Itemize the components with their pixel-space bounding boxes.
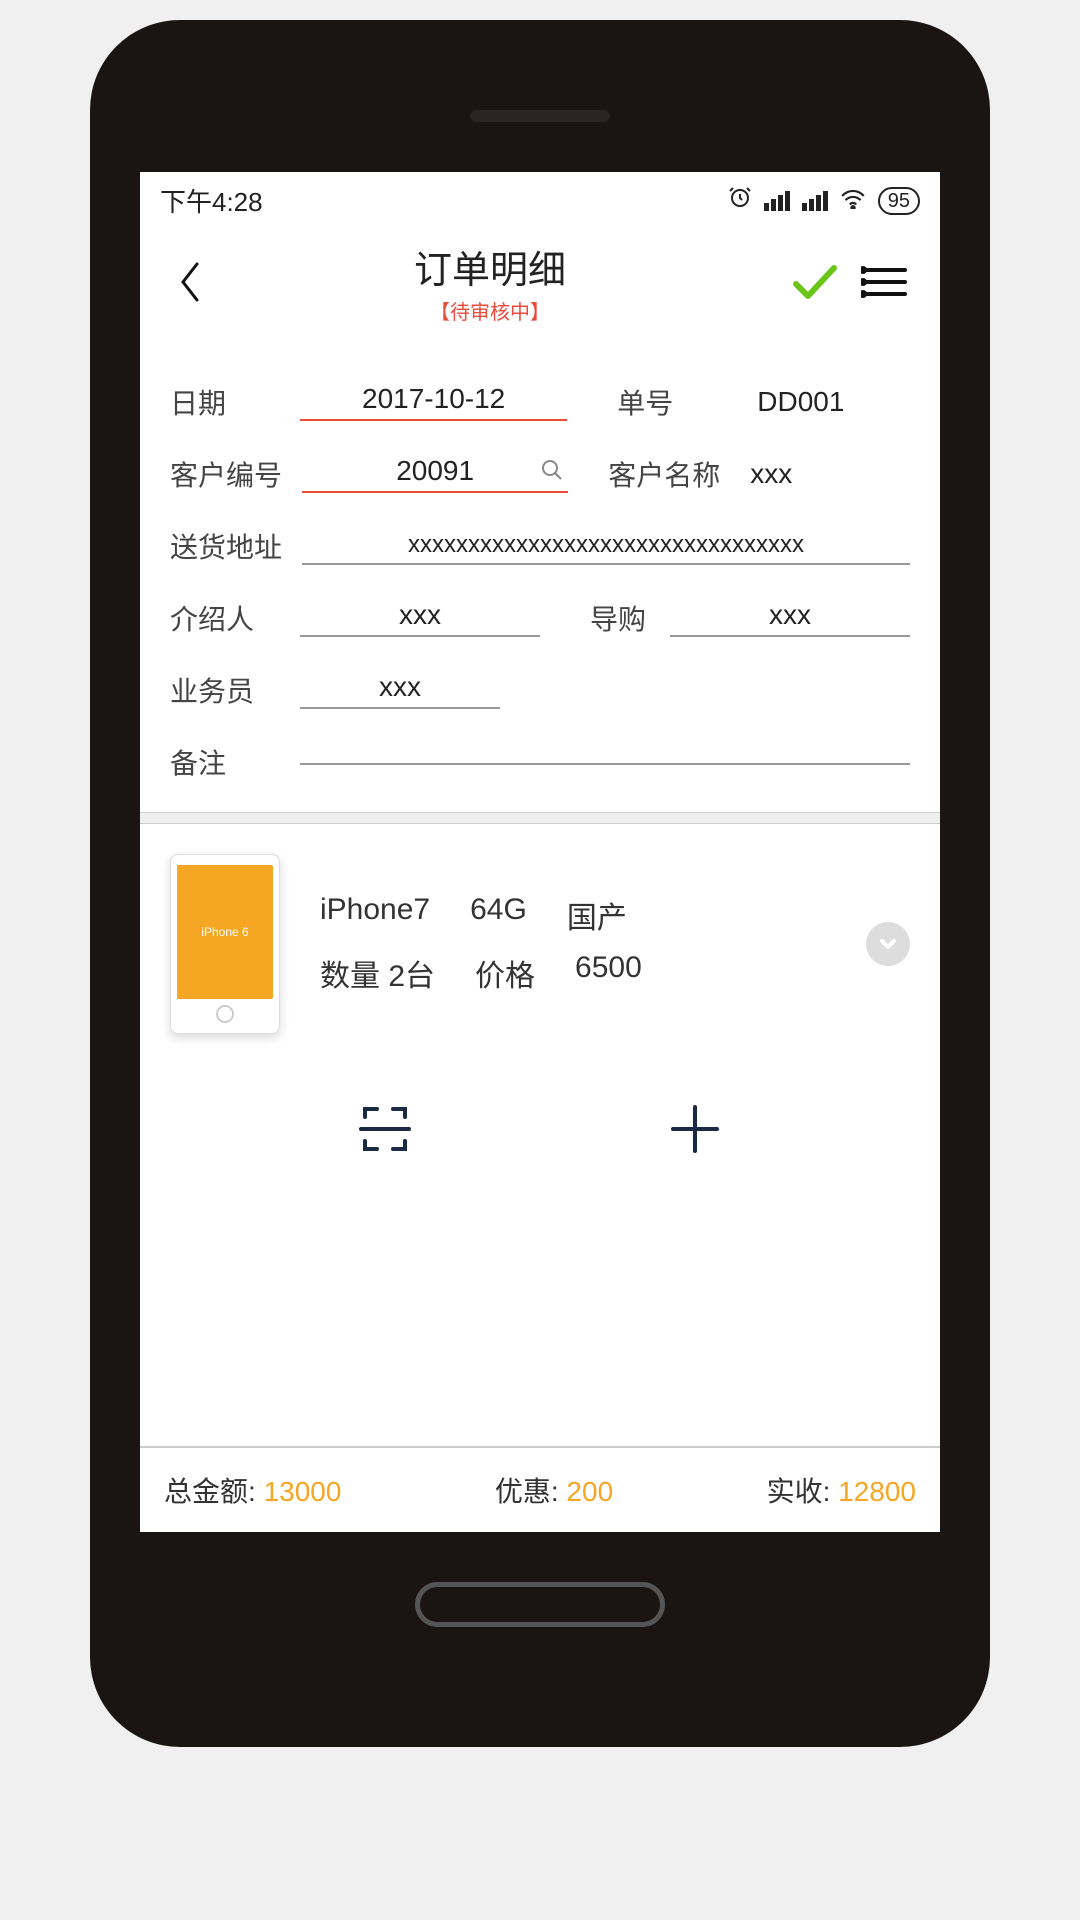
sales-label: 业务员 xyxy=(170,670,280,710)
referrer-label: 介绍人 xyxy=(170,598,280,638)
qty-value: 2台 xyxy=(388,960,435,993)
row-referrer-guide: 介绍人 xxx 导购 xxx xyxy=(170,598,910,638)
device-frame: 下午4:28 95 订单明细 【待审核中】 xyxy=(90,20,990,1747)
menu-button[interactable] xyxy=(860,257,910,307)
form-section: 日期 2017-10-12 单号 DD001 客户编号 20091 客户名称 x… xyxy=(140,340,940,812)
date-label: 日期 xyxy=(170,382,280,422)
address-field[interactable]: xxxxxxxxxxxxxxxxxxxxxxxxxxxxxxxxx xyxy=(302,527,910,565)
title-block: 订单明细 【待审核中】 xyxy=(210,239,770,325)
notes-label: 备注 xyxy=(170,742,280,782)
customer-name-label: 客户名称 xyxy=(608,454,720,494)
discount-label: 优惠: xyxy=(495,1476,559,1507)
back-button[interactable] xyxy=(170,257,210,307)
date-value: 2017-10-12 xyxy=(362,383,505,414)
order-no-value: DD001 xyxy=(747,386,910,418)
battery-icon: 95 xyxy=(878,187,920,215)
discount-value: 200 xyxy=(566,1476,613,1507)
customer-id-label: 客户编号 xyxy=(170,454,282,494)
page-title: 订单明细 xyxy=(210,239,770,294)
customer-id-value: 20091 xyxy=(396,455,474,486)
expand-button[interactable] xyxy=(866,922,910,966)
screen: 下午4:28 95 订单明细 【待审核中】 xyxy=(140,172,940,1532)
sales-field[interactable]: xxx xyxy=(300,671,500,709)
device-home-button[interactable] xyxy=(415,1582,665,1627)
received-value: 12800 xyxy=(838,1476,916,1507)
product-origin: 国产 xyxy=(567,893,627,937)
referrer-value: xxx xyxy=(399,599,441,630)
notes-field[interactable] xyxy=(300,759,910,765)
thumb-home-icon xyxy=(216,1005,234,1023)
action-row xyxy=(170,1054,910,1204)
product-info: iPhone7 64G 国产 数量 2台 价格 6500 xyxy=(320,879,826,1009)
product-card[interactable]: iPhone 6 iPhone7 64G 国产 数量 2台 价格 6500 xyxy=(170,854,910,1034)
signal-icon xyxy=(764,191,790,211)
product-thumbnail: iPhone 6 xyxy=(170,854,280,1034)
referrer-field[interactable]: xxx xyxy=(300,599,540,637)
add-button[interactable] xyxy=(660,1094,730,1164)
price-value: 6500 xyxy=(575,951,642,995)
row-customer: 客户编号 20091 客户名称 xxx xyxy=(170,454,910,494)
search-icon[interactable] xyxy=(540,457,564,489)
date-field[interactable]: 2017-10-12 xyxy=(300,383,567,421)
signal-icon-2 xyxy=(802,191,828,211)
row-date-order: 日期 2017-10-12 单号 DD001 xyxy=(170,382,910,422)
scan-button[interactable] xyxy=(350,1094,420,1164)
price-label: 价格 xyxy=(475,951,535,995)
section-divider xyxy=(140,812,940,824)
footer-summary: 总金额: 13000 优惠: 200 实收: 12800 xyxy=(140,1446,940,1532)
thumb-screen: iPhone 6 xyxy=(177,865,273,999)
alarm-icon xyxy=(728,185,752,216)
guide-field[interactable]: xxx xyxy=(670,599,910,637)
address-label: 送货地址 xyxy=(170,526,282,566)
product-storage: 64G xyxy=(470,893,527,937)
sales-value: xxx xyxy=(379,671,421,702)
received-label: 实收: xyxy=(767,1476,831,1507)
wifi-icon xyxy=(840,185,866,216)
confirm-button[interactable] xyxy=(790,257,840,307)
row-notes: 备注 xyxy=(170,742,910,782)
page-subtitle: 【待审核中】 xyxy=(210,296,770,325)
row-address: 送货地址 xxxxxxxxxxxxxxxxxxxxxxxxxxxxxxxxx xyxy=(170,526,910,566)
product-name: iPhone7 xyxy=(320,893,430,937)
customer-name-value: xxx xyxy=(740,458,910,490)
total-label: 总金额: xyxy=(164,1476,256,1507)
guide-label: 导购 xyxy=(590,598,650,638)
customer-id-field[interactable]: 20091 xyxy=(302,455,568,493)
status-icons: 95 xyxy=(728,185,920,216)
header: 订单明细 【待审核中】 xyxy=(140,229,940,340)
qty-label: 数量 xyxy=(320,960,380,993)
address-value: xxxxxxxxxxxxxxxxxxxxxxxxxxxxxxxxx xyxy=(408,531,804,558)
total-value: 13000 xyxy=(264,1476,342,1507)
status-time: 下午4:28 xyxy=(160,182,263,219)
order-no-label: 单号 xyxy=(617,382,727,422)
row-sales: 业务员 xxx xyxy=(170,670,910,710)
guide-value: xxx xyxy=(769,599,811,630)
product-section: iPhone 6 iPhone7 64G 国产 数量 2台 价格 6500 xyxy=(140,824,940,1234)
status-bar: 下午4:28 95 xyxy=(140,172,940,229)
device-speaker xyxy=(470,110,610,122)
